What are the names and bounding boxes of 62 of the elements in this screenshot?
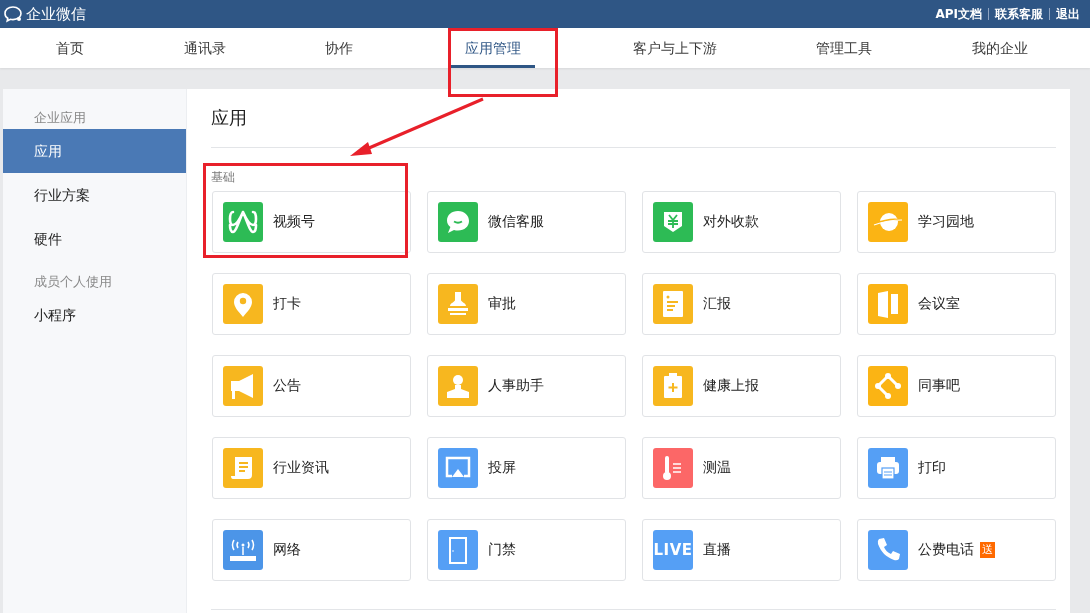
gift-badge: 送 (980, 542, 995, 558)
sidebar-item[interactable]: 小程序 (3, 293, 186, 337)
app-card[interactable]: 人事助手 (427, 355, 626, 417)
app-card[interactable]: 打卡 (212, 273, 411, 335)
app-name: 会议室 (918, 295, 960, 313)
app-name: 打印 (918, 459, 946, 477)
nav-tab[interactable]: 协作 (323, 28, 356, 68)
app-name: 审批 (488, 295, 516, 313)
app-name: 视频号 (273, 213, 315, 231)
nav-tab[interactable]: 客户与上下游 (630, 28, 719, 68)
sidebar-item[interactable]: 应用 (3, 129, 186, 173)
nav-tab[interactable]: 首页 (54, 28, 86, 68)
app-card[interactable]: LIVE 直播 (642, 519, 841, 581)
app-name: 测温 (703, 459, 731, 477)
header-link[interactable]: 联系客服 (989, 5, 1049, 23)
live-icon: LIVE (653, 530, 693, 570)
app-name: 微信客服 (488, 213, 544, 231)
sidebar-heading: 企业应用 (33, 109, 87, 127)
app-name: 网络 (273, 541, 301, 559)
app-card[interactable]: 测温 (642, 437, 841, 499)
app-card[interactable]: 公费电话 送 (857, 519, 1056, 581)
app-card[interactable]: 学习园地 (857, 191, 1056, 253)
app-name: 企业微信 (26, 4, 86, 24)
app-card[interactable]: 网络 (212, 519, 411, 581)
app-name: 人事助手 (488, 377, 544, 395)
app-card[interactable]: 公告 (212, 355, 411, 417)
app-name: 公告 (273, 377, 301, 395)
header-link[interactable]: 退出 (1050, 5, 1086, 23)
nav-tab[interactable]: 我的企业 (969, 28, 1030, 68)
app-card[interactable]: 审批 (427, 273, 626, 335)
app-name: 同事吧 (918, 377, 960, 395)
header-link[interactable]: API文档 (929, 5, 988, 23)
app-card[interactable]: 行业资讯 (212, 437, 411, 499)
app-card[interactable]: 健康上报 (642, 355, 841, 417)
app-card[interactable]: 投屏 (427, 437, 626, 499)
app-card[interactable]: 汇报 (642, 273, 841, 335)
app-name: 门禁 (488, 541, 516, 559)
sidebar-item[interactable]: 行业方案 (3, 173, 186, 217)
nav-tab[interactable]: 应用管理 (450, 28, 535, 68)
app-card[interactable]: 视频号 (212, 191, 411, 253)
nav-tab[interactable]: 管理工具 (814, 28, 875, 68)
app-name: 学习园地 (918, 213, 974, 231)
app-card[interactable]: 门禁 (427, 519, 626, 581)
app-card[interactable]: 对外收款 (642, 191, 841, 253)
app-name: 直播 (703, 541, 731, 559)
app-card[interactable]: 会议室 (857, 273, 1056, 335)
app-card[interactable]: 打印 (857, 437, 1056, 499)
chat-bubble-icon (3, 5, 23, 23)
sidebar-heading: 成员个人使用 (33, 273, 113, 291)
sidebar-item[interactable]: 硬件 (3, 217, 186, 261)
app-name: 投屏 (488, 459, 516, 477)
app-card[interactable]: 同事吧 (857, 355, 1056, 417)
app-card[interactable]: 微信客服 (427, 191, 626, 253)
page-title: 应用 (211, 106, 248, 130)
app-name: 行业资讯 (273, 459, 329, 477)
app-name: 对外收款 (703, 213, 759, 231)
nav-tab[interactable]: 通讯录 (181, 28, 228, 68)
app-name: 健康上报 (703, 377, 759, 395)
section-label: 基础 (211, 169, 235, 186)
app-name: 打卡 (273, 295, 301, 313)
app-name: 汇报 (703, 295, 731, 313)
app-name: 公费电话 (918, 541, 974, 559)
